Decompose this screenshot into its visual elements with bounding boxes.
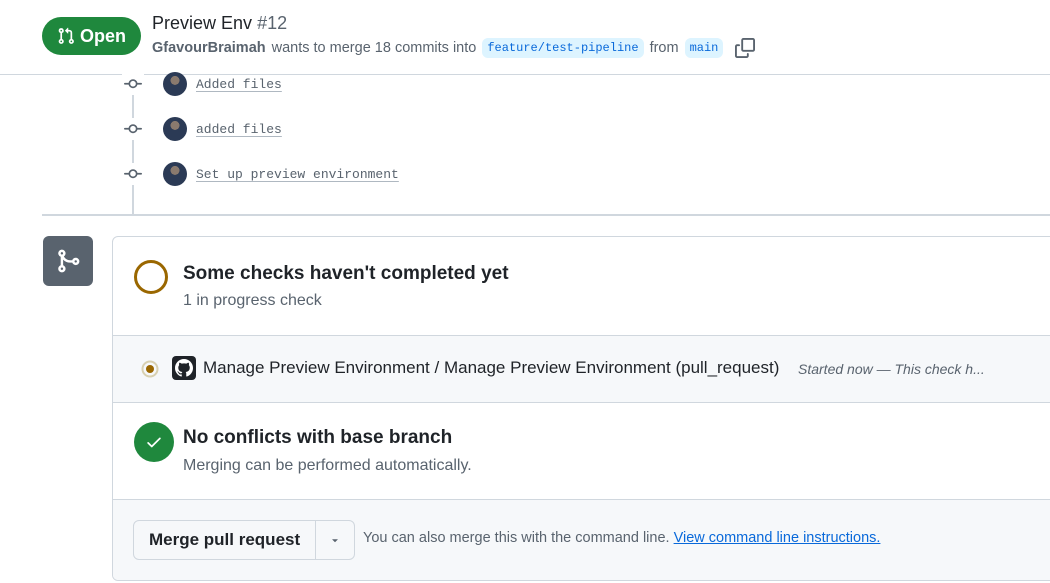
check-description: Started now — This check h... <box>798 361 985 377</box>
pr-author-link[interactable]: GfavourBraimah <box>152 40 266 56</box>
commit-message-link[interactable]: Set up preview environment <box>196 167 399 182</box>
head-branch-label[interactable]: main <box>684 38 724 58</box>
pr-state-badge: Open <box>42 17 141 55</box>
check-name: Manage Preview Environment / Manage Prev… <box>203 358 780 377</box>
copy-icon[interactable] <box>735 38 756 58</box>
conflicts-summary: No conflicts with base branch Merging ca… <box>113 403 1050 500</box>
github-icon <box>172 356 196 380</box>
pr-title: Preview Env #12 <box>152 13 287 34</box>
commit-message-link[interactable]: Added files <box>196 77 282 92</box>
conflicts-title: No conflicts with base branch <box>183 427 453 448</box>
base-branch-label[interactable]: feature/test-pipeline <box>482 38 644 58</box>
merge-pull-request-button[interactable]: Merge pull request <box>134 521 317 559</box>
avatar[interactable] <box>163 162 187 186</box>
pr-from-text: from <box>649 40 679 56</box>
pr-state-label: Open <box>79 25 126 46</box>
git-merge-icon <box>43 236 93 286</box>
commit-row: added files <box>122 116 282 142</box>
conflicts-subtitle: Merging can be performed automatically. <box>183 457 472 474</box>
checks-summary: Some checks haven't completed yet 1 in p… <box>113 237 1050 336</box>
commit-message-link[interactable]: added files <box>196 122 282 137</box>
avatar[interactable] <box>163 72 187 96</box>
merge-box: Some checks haven't completed yet 1 in p… <box>112 236 1050 581</box>
commit-row: Set up preview environment <box>122 161 399 187</box>
git-commit-icon <box>122 163 144 185</box>
section-divider <box>42 214 1050 216</box>
merge-hint: You can also merge this with the command… <box>363 530 880 546</box>
check-icon <box>134 422 174 462</box>
merge-hint-text: You can also merge this with the command… <box>363 530 670 546</box>
pending-status-icon <box>134 260 168 294</box>
git-commit-icon <box>122 118 144 140</box>
triangle-down-icon[interactable] <box>316 521 354 559</box>
pr-number: #12 <box>257 13 288 33</box>
pr-meta: GfavourBraimah wants to merge 18 commits… <box>152 38 756 58</box>
dot-fill-icon <box>141 360 159 378</box>
pr-title-text: Preview Env <box>152 13 253 33</box>
pr-merge-text: wants to merge 18 commits into <box>271 40 477 56</box>
commit-row: Added files <box>122 71 282 97</box>
avatar[interactable] <box>163 117 187 141</box>
checks-title: Some checks haven't completed yet <box>183 263 509 284</box>
checks-subtitle: 1 in progress check <box>183 292 322 309</box>
git-pull-request-icon <box>57 27 75 45</box>
pr-header: Open Preview Env #12 GfavourBraimah want… <box>0 0 1050 75</box>
merge-button-group: Merge pull request <box>133 520 356 560</box>
merge-action-row: Merge pull request You can also merge th… <box>113 500 1050 580</box>
git-commit-icon <box>122 73 144 95</box>
check-item[interactable]: Manage Preview Environment / Manage Prev… <box>113 336 1050 403</box>
command-line-instructions-link[interactable]: View command line instructions. <box>674 530 881 546</box>
